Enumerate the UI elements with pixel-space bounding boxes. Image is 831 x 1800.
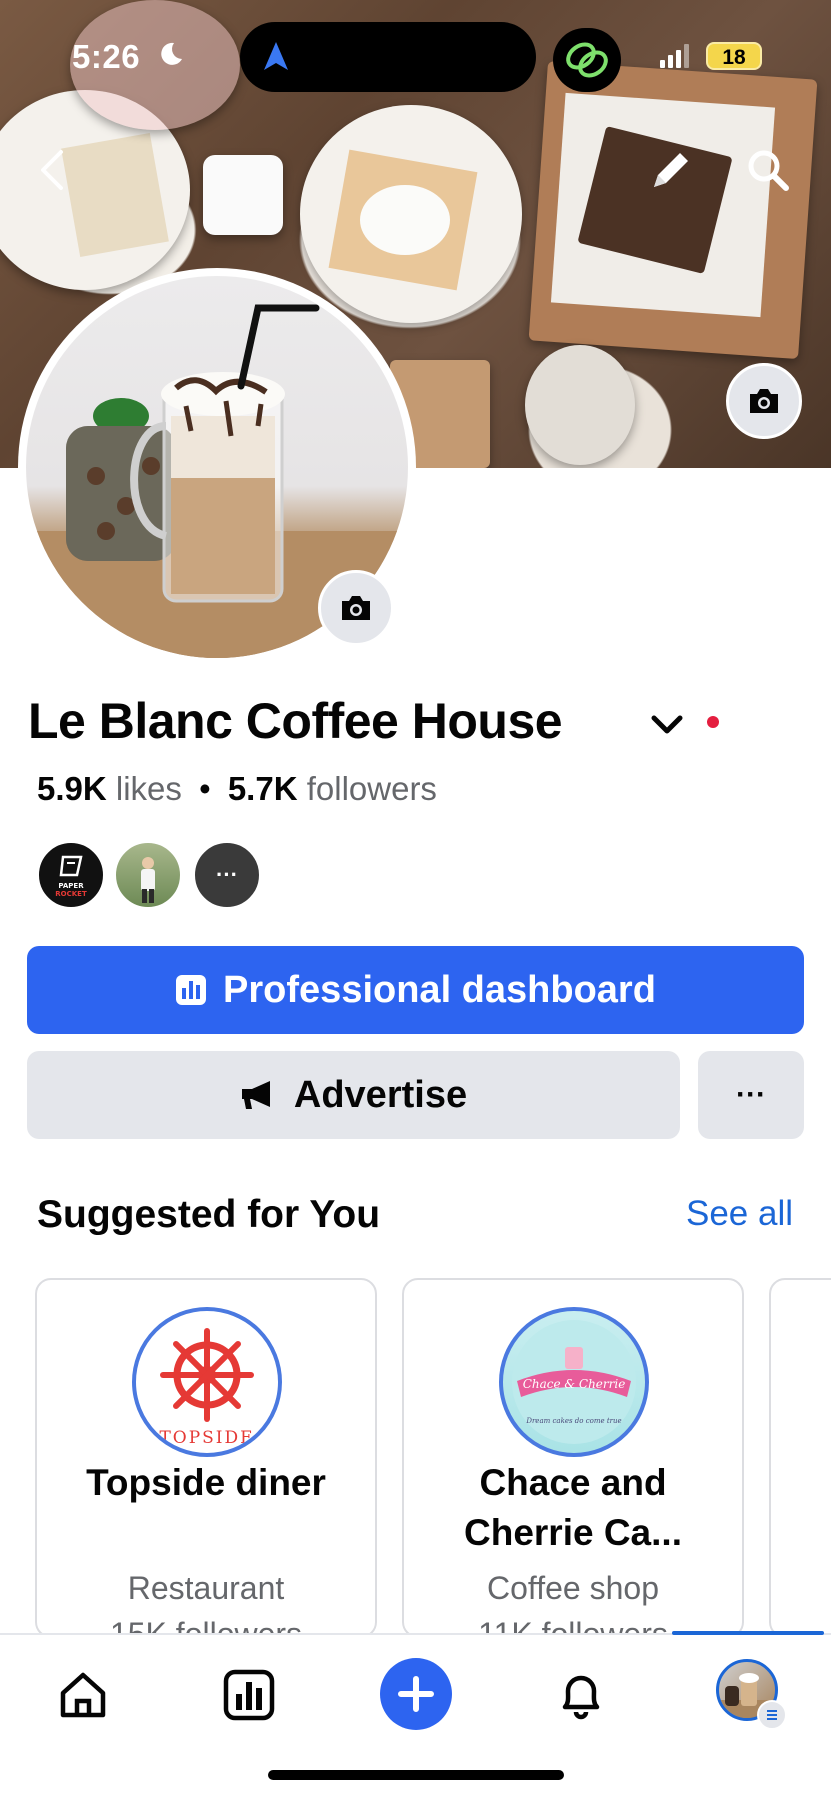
nav-home[interactable]	[48, 1660, 118, 1730]
camera-icon	[342, 596, 370, 620]
suggested-card-avatar[interactable]: TOPSIDE	[132, 1307, 282, 1457]
bell-icon	[562, 1675, 600, 1720]
page-name: Le Blanc Coffee House	[28, 693, 563, 749]
followers-count: 5.7K	[227, 770, 298, 807]
avatar-paper-rocket[interactable]: PAPER ROCKET	[37, 841, 105, 909]
avatar-logo-text: PAPER	[58, 882, 84, 890]
chevron-left-icon	[41, 150, 63, 190]
card-logo-text: Chace & Cherrie	[523, 1377, 626, 1391]
suggested-card-category: Coffee shop	[487, 1570, 659, 1606]
nav-create-button[interactable]	[380, 1658, 452, 1730]
signal-icon	[660, 44, 689, 68]
suggested-card[interactable]: Chace & Cherrie Dream cakes do come true…	[402, 1278, 744, 1638]
advertise-label: Advertise	[293, 1073, 468, 1116]
suggested-card[interactable]: TOPSIDE Topside diner Restaurant 15K fol…	[35, 1278, 377, 1638]
home-indicator	[268, 1770, 564, 1780]
active-tab-indicator	[672, 1631, 824, 1635]
suggested-card-avatar[interactable]: Chace & Cherrie Dream cakes do come true	[499, 1307, 649, 1457]
likes-label: likes	[115, 770, 182, 807]
nav-notifications[interactable]	[546, 1660, 616, 1730]
followers-label: followers	[306, 770, 437, 807]
more-avatars-button[interactable]: ···	[193, 841, 261, 909]
more-options-label: ···	[736, 1078, 766, 1111]
avatar-friend[interactable]	[114, 841, 182, 909]
plus-icon	[398, 1676, 434, 1712]
stats-separator: •	[199, 770, 211, 807]
suggested-card-name: Chace and Cherrie Ca...	[464, 1462, 682, 1553]
status-time: 5:26	[72, 38, 141, 75]
advertise-button[interactable]: Advertise	[27, 1051, 680, 1139]
chevron-down-icon[interactable]	[650, 712, 684, 738]
page-stats[interactable]: 5.9K likes • 5.7K followers	[37, 770, 437, 808]
professional-dashboard-button[interactable]: Professional dashboard	[27, 946, 804, 1034]
dashboard-chart-icon	[176, 975, 207, 1005]
battery-indicator: 18	[706, 42, 762, 70]
megaphone-icon	[241, 1081, 270, 1109]
card-logo-text: TOPSIDE	[159, 1428, 254, 1448]
nav-profile[interactable]	[713, 1656, 787, 1730]
menu-badge	[757, 1700, 787, 1730]
navigation-arrow-icon	[264, 42, 288, 70]
search-button[interactable]	[740, 142, 796, 198]
suggested-card-partial[interactable]	[769, 1278, 831, 1638]
pencil-icon	[654, 153, 688, 187]
card-logo-tagline: Dream cakes do come true	[525, 1417, 621, 1425]
cover-bowl	[203, 155, 283, 235]
cover-glass	[525, 345, 635, 465]
professional-dashboard-label: Professional dashboard	[223, 968, 656, 1011]
camera-icon	[750, 389, 778, 413]
cover-cream	[360, 185, 450, 255]
home-icon	[60, 1672, 106, 1718]
more-options-button[interactable]: ···	[698, 1051, 804, 1139]
avatar-logo-text: ROCKET	[55, 890, 87, 898]
menu-lines-icon	[767, 1710, 777, 1720]
cover-camera-button[interactable]	[726, 363, 802, 439]
see-all-link[interactable]: See all	[686, 1194, 793, 1234]
suggested-card-name: Topside diner	[86, 1462, 326, 1503]
likes-count: 5.9K	[37, 770, 107, 807]
insights-chart-icon	[223, 1669, 275, 1721]
profile-camera-button[interactable]	[318, 570, 394, 646]
edit-button[interactable]	[643, 142, 699, 198]
notification-dot	[707, 716, 719, 728]
more-avatars-label: ···	[216, 862, 238, 887]
suggested-section-title: Suggested for You	[37, 1193, 381, 1236]
search-icon	[748, 150, 789, 191]
back-button[interactable]	[24, 142, 80, 198]
nav-insights[interactable]	[214, 1660, 284, 1730]
suggested-card-category: Restaurant	[127, 1570, 285, 1606]
moon-icon	[161, 42, 182, 65]
threads-app-icon[interactable]	[553, 28, 621, 92]
